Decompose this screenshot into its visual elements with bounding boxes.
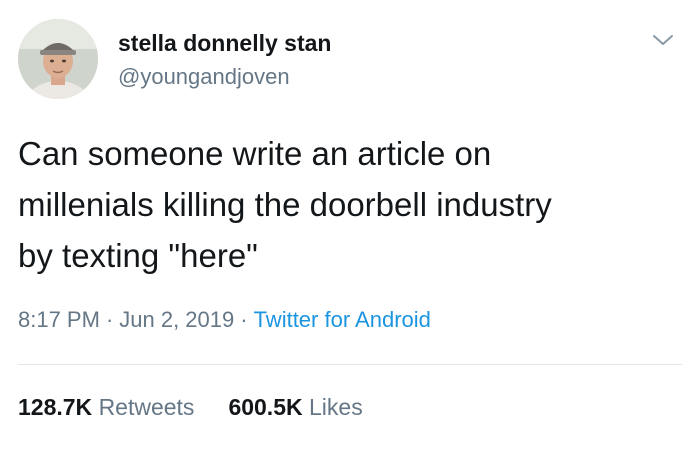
user-avatar-icon — [18, 19, 98, 99]
tweet-text-line: Can someone write an article on — [18, 135, 492, 172]
tweet-source-link[interactable]: Twitter for Android — [254, 307, 431, 332]
retweets-label: Retweets — [98, 394, 195, 420]
tweet-meta: 8:17 PM · Jun 2, 2019 · Twitter for Android — [18, 307, 431, 333]
tweet-text: Can someone write an article on millenia… — [18, 128, 678, 281]
retweets-stat[interactable]: 128.7K Retweets — [18, 394, 194, 420]
likes-stat[interactable]: 600.5K Likes — [228, 394, 362, 420]
user-handle[interactable]: @youngandjoven — [118, 64, 290, 90]
tweet-text-line: by texting "here" — [18, 237, 258, 274]
tweet-date[interactable]: Jun 2, 2019 — [119, 307, 234, 332]
likes-label: Likes — [309, 394, 363, 420]
retweets-count: 128.7K — [18, 394, 93, 420]
tweet-card: stella donnelly stan @youngandjoven Can … — [0, 0, 700, 451]
likes-count: 600.5K — [228, 394, 303, 420]
tweet-stats: 128.7K Retweets 600.5K Likes — [18, 394, 397, 421]
tweet-time[interactable]: 8:17 PM — [18, 307, 100, 332]
divider — [18, 364, 682, 365]
chevron-down-icon[interactable] — [650, 30, 676, 50]
meta-separator: · — [105, 307, 114, 332]
display-name[interactable]: stella donnelly stan — [118, 30, 331, 57]
meta-separator: · — [240, 307, 248, 332]
avatar[interactable] — [18, 19, 98, 99]
tweet-text-line: millenials killing the doorbell industry — [18, 186, 552, 223]
